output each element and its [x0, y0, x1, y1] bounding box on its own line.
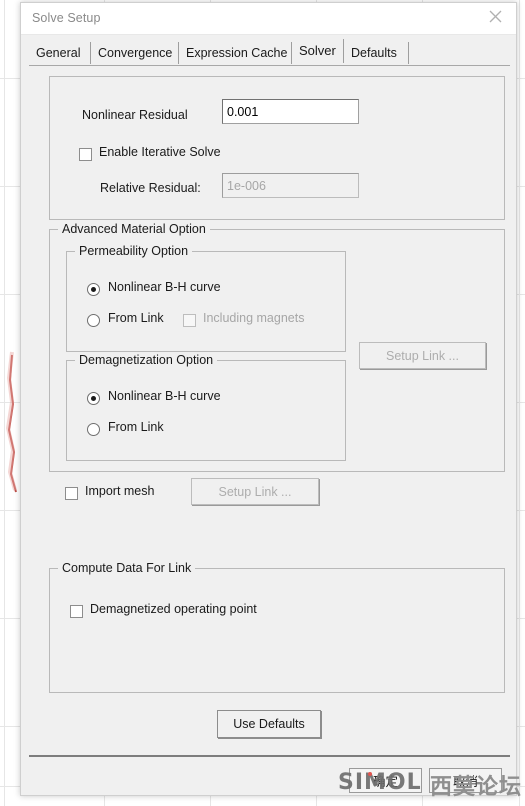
relative-residual-label: Relative Residual: — [100, 181, 201, 195]
import-mesh-label: Import mesh — [85, 484, 155, 498]
advanced-material-option-legend: Advanced Material Option — [58, 222, 210, 236]
footer-bar: 确定 取消 — [21, 758, 516, 795]
permeability-option-group: Permeability Option Nonlinear B-H curve … — [66, 244, 346, 352]
relative-residual-input: 1e-006 — [222, 173, 359, 198]
permeability-nonlinear-bh-radio[interactable] — [87, 283, 100, 296]
title-bar: Solve Setup — [21, 3, 516, 35]
demagnetization-from-link-radio[interactable] — [87, 423, 100, 436]
demagnetization-nonlinear-bh-radio[interactable] — [87, 392, 100, 405]
import-mesh-setup-link-button: Setup Link ... — [191, 478, 319, 505]
material-setup-link-button: Setup Link ... — [359, 342, 486, 369]
compute-data-for-link-legend: Compute Data For Link — [58, 561, 196, 575]
demagnetization-nonlinear-bh-label: Nonlinear B-H curve — [108, 389, 221, 403]
nonlinear-residual-label: Nonlinear Residual — [82, 108, 188, 122]
ok-button[interactable]: 确定 — [349, 768, 422, 793]
compute-data-for-link-group: Compute Data For Link Demagnetized opera… — [49, 561, 505, 693]
advanced-material-option-group: Advanced Material Option Permeability Op… — [49, 222, 505, 472]
use-defaults-button[interactable]: Use Defaults — [217, 710, 321, 738]
solve-setup-dialog: Solve Setup General Convergence Expressi… — [20, 2, 517, 796]
tab-defaults[interactable]: Defaults — [344, 42, 409, 64]
tab-general[interactable]: General — [29, 42, 91, 64]
permeability-from-link-label: From Link — [108, 311, 164, 325]
footer-separator — [29, 755, 510, 757]
enable-iterative-solve-checkbox[interactable] — [79, 148, 92, 161]
tab-strip: General Convergence Expression Cache Sol… — [21, 35, 516, 65]
close-icon — [489, 10, 502, 28]
close-button[interactable] — [474, 3, 516, 34]
nonlinear-residual-input[interactable]: 0.001 — [222, 99, 359, 124]
residual-group: Nonlinear Residual 0.001 Enable Iterativ… — [49, 76, 505, 220]
including-magnets-checkbox — [183, 314, 196, 327]
permeability-option-legend: Permeability Option — [75, 244, 193, 258]
solver-tab-panel: Nonlinear Residual 0.001 Enable Iterativ… — [29, 65, 510, 753]
permeability-from-link-radio[interactable] — [87, 314, 100, 327]
tab-convergence[interactable]: Convergence — [91, 42, 179, 64]
permeability-nonlinear-bh-label: Nonlinear B-H curve — [108, 280, 221, 294]
import-mesh-checkbox[interactable] — [65, 487, 78, 500]
including-magnets-label: Including magnets — [203, 311, 305, 325]
demagnetization-option-legend: Demagnetization Option — [75, 353, 218, 367]
tab-expression-cache[interactable]: Expression Cache — [179, 42, 292, 64]
tab-solver[interactable]: Solver — [292, 39, 344, 63]
demagnetization-from-link-label: From Link — [108, 420, 164, 434]
cancel-button[interactable]: 取消 — [429, 768, 502, 793]
demagnetized-operating-point-label: Demagnetized operating point — [90, 602, 257, 616]
demagnetized-operating-point-checkbox[interactable] — [70, 605, 83, 618]
demagnetization-option-group: Demagnetization Option Nonlinear B-H cur… — [66, 353, 346, 461]
page-title: Solve Setup — [32, 11, 101, 25]
enable-iterative-solve-label: Enable Iterative Solve — [99, 145, 221, 159]
